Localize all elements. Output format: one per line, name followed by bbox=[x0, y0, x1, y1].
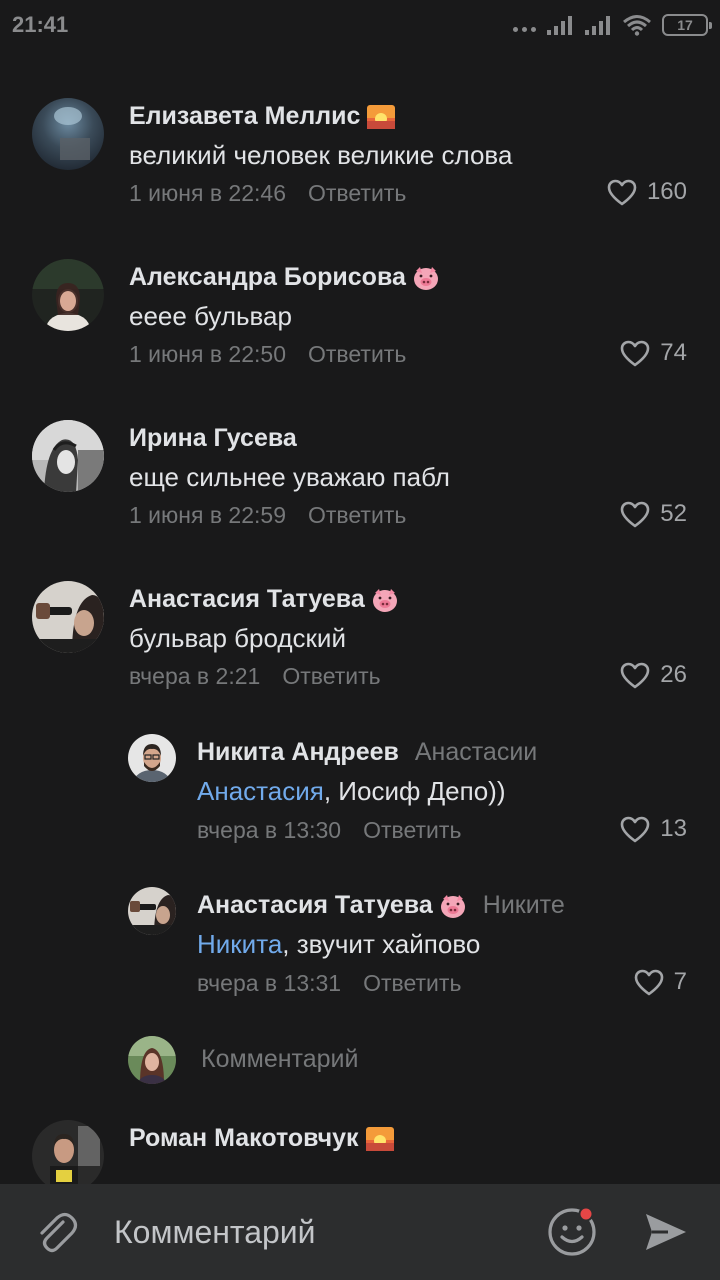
more-dots-icon bbox=[513, 12, 536, 38]
reply-text: Анастасия, Иосиф Депо)) bbox=[197, 776, 506, 807]
sunset-emoji-icon bbox=[367, 104, 396, 129]
reply-button[interactable]: Ответить bbox=[363, 817, 461, 843]
mention-link[interactable]: Никита bbox=[197, 929, 282, 959]
like-count: 13 bbox=[660, 815, 687, 842]
like-button[interactable]: 52 bbox=[620, 500, 687, 528]
comment-author[interactable]: Ирина Гусева bbox=[129, 424, 297, 453]
inline-reply-composer[interactable]: Комментарий bbox=[0, 1036, 720, 1084]
comment-meta: 1 июня в 22:46 Ответить bbox=[129, 180, 406, 207]
heart-icon bbox=[620, 501, 650, 527]
comment-author[interactable]: Александра Борисова bbox=[129, 263, 406, 292]
comment-date: вчера в 2:21 bbox=[129, 663, 261, 689]
like-count: 52 bbox=[660, 500, 687, 527]
comment-author-line: Ирина Гусева bbox=[129, 424, 297, 453]
pig-emoji-icon bbox=[413, 266, 438, 290]
avatar[interactable] bbox=[32, 98, 104, 170]
like-count: 26 bbox=[660, 661, 687, 688]
heart-icon bbox=[620, 816, 650, 842]
reply-button[interactable]: Ответить bbox=[282, 663, 380, 689]
comment-date: 1 июня в 22:59 bbox=[129, 502, 286, 528]
comment-author-line: Роман Макотовчук bbox=[129, 1124, 395, 1153]
reply-author[interactable]: Анастасия Татуева bbox=[197, 891, 433, 920]
like-count: 7 bbox=[673, 968, 687, 995]
attach-icon[interactable] bbox=[30, 1206, 82, 1258]
reply-button[interactable]: Ответить bbox=[308, 180, 406, 206]
heart-icon bbox=[607, 179, 637, 205]
comment-item: Елизавета Меллис великий человек великие… bbox=[0, 96, 720, 216]
like-count: 160 bbox=[646, 178, 687, 205]
reply-date: вчера в 13:30 bbox=[197, 817, 342, 843]
comments-screen: 21:41 17 Елизавета Меллис великий челове… bbox=[0, 0, 720, 1280]
reply-button[interactable]: Ответить bbox=[363, 970, 461, 996]
comment-text: великий человек великие слова bbox=[129, 140, 513, 170]
comment-text: еще сильнее уважаю пабл bbox=[129, 462, 450, 492]
reply-button[interactable]: Ответить bbox=[308, 502, 406, 528]
comment-item: Александра Борисова ееее бульвар 1 июня … bbox=[0, 257, 720, 377]
status-bar: 21:41 17 bbox=[0, 0, 720, 52]
signal-icon-2 bbox=[585, 16, 610, 35]
heart-icon bbox=[620, 662, 650, 688]
heart-icon bbox=[634, 969, 663, 995]
comment-input-bar bbox=[0, 1184, 720, 1280]
comment-author[interactable]: Роман Макотовчук bbox=[129, 1124, 359, 1153]
reply-author-line: Никита Андреев Анастасии bbox=[197, 738, 537, 767]
comment-meta: 1 июня в 22:59 Ответить bbox=[129, 502, 406, 529]
comment-item: Ирина Гусева еще сильнее уважаю пабл 1 и… bbox=[0, 418, 720, 538]
comment-text: бульвар бродский bbox=[129, 623, 346, 653]
reply-meta: вчера в 13:31 Ответить bbox=[197, 970, 461, 997]
avatar[interactable] bbox=[128, 734, 176, 782]
reply-to-label[interactable]: Анастасии bbox=[415, 738, 537, 767]
comment-date: 1 июня в 22:46 bbox=[129, 180, 286, 206]
reply-to-label[interactable]: Никите bbox=[483, 891, 565, 920]
reply-text: Никита, звучит хайпово bbox=[197, 929, 480, 960]
avatar[interactable] bbox=[32, 1120, 104, 1192]
signal-icon bbox=[547, 16, 572, 35]
reply-date: вчера в 13:31 bbox=[197, 970, 342, 996]
reply-button[interactable]: Ответить bbox=[308, 341, 406, 367]
comment-author-line: Елизавета Меллис bbox=[129, 102, 396, 131]
own-avatar bbox=[128, 1036, 176, 1084]
comment-meta: 1 июня в 22:50 Ответить bbox=[129, 341, 406, 368]
reply-meta: вчера в 13:30 Ответить bbox=[197, 817, 461, 844]
mention-link[interactable]: Анастасия bbox=[197, 776, 324, 806]
avatar[interactable] bbox=[32, 420, 104, 492]
sunset-emoji-icon bbox=[365, 1126, 394, 1151]
like-button[interactable]: 74 bbox=[620, 339, 687, 367]
battery-icon: 17 bbox=[662, 14, 712, 36]
like-button[interactable]: 13 bbox=[620, 815, 687, 843]
pig-emoji-icon bbox=[372, 588, 397, 612]
emoji-smile-icon[interactable] bbox=[546, 1204, 600, 1258]
reply-author[interactable]: Никита Андреев bbox=[197, 738, 399, 767]
reply-item: Никита Андреев Анастасии Анастасия, Иоси… bbox=[0, 734, 720, 854]
comment-date: 1 июня в 22:50 bbox=[129, 341, 286, 367]
reply-text-body: , звучит хайпово bbox=[282, 929, 481, 959]
reply-author-line: Анастасия Татуева Никите bbox=[197, 891, 565, 920]
heart-icon bbox=[620, 340, 650, 366]
pig-emoji-icon bbox=[440, 894, 465, 918]
like-button[interactable]: 7 bbox=[634, 968, 687, 996]
inline-reply-placeholder[interactable]: Комментарий bbox=[201, 1045, 358, 1074]
comment-meta: вчера в 2:21 Ответить bbox=[129, 663, 381, 690]
avatar[interactable] bbox=[32, 581, 104, 653]
reply-text-body: , Иосиф Депо)) bbox=[323, 776, 506, 806]
like-button[interactable]: 160 bbox=[607, 178, 687, 206]
comment-item: Анастасия Татуева бульвар бродский вчера… bbox=[0, 579, 720, 699]
comment-input[interactable] bbox=[114, 1206, 514, 1258]
status-icons: 17 bbox=[513, 12, 712, 38]
comment-author[interactable]: Елизавета Меллис bbox=[129, 102, 360, 131]
reply-item: Анастасия Татуева Никите Никита, звучит … bbox=[0, 887, 720, 1007]
like-count: 74 bbox=[660, 339, 687, 366]
comment-author-line: Анастасия Татуева bbox=[129, 585, 399, 614]
avatar[interactable] bbox=[128, 887, 176, 935]
status-time: 21:41 bbox=[12, 12, 69, 37]
avatar[interactable] bbox=[32, 259, 104, 331]
comment-item: Роман Макотовчук bbox=[0, 1118, 720, 1192]
wifi-icon bbox=[623, 15, 651, 36]
like-button[interactable]: 26 bbox=[620, 661, 687, 689]
comment-author-line: Александра Борисова bbox=[129, 263, 440, 292]
comment-author[interactable]: Анастасия Татуева bbox=[129, 585, 365, 614]
send-icon[interactable] bbox=[642, 1208, 690, 1256]
comment-text: ееее бульвар bbox=[129, 301, 292, 331]
battery-level: 17 bbox=[677, 17, 693, 33]
